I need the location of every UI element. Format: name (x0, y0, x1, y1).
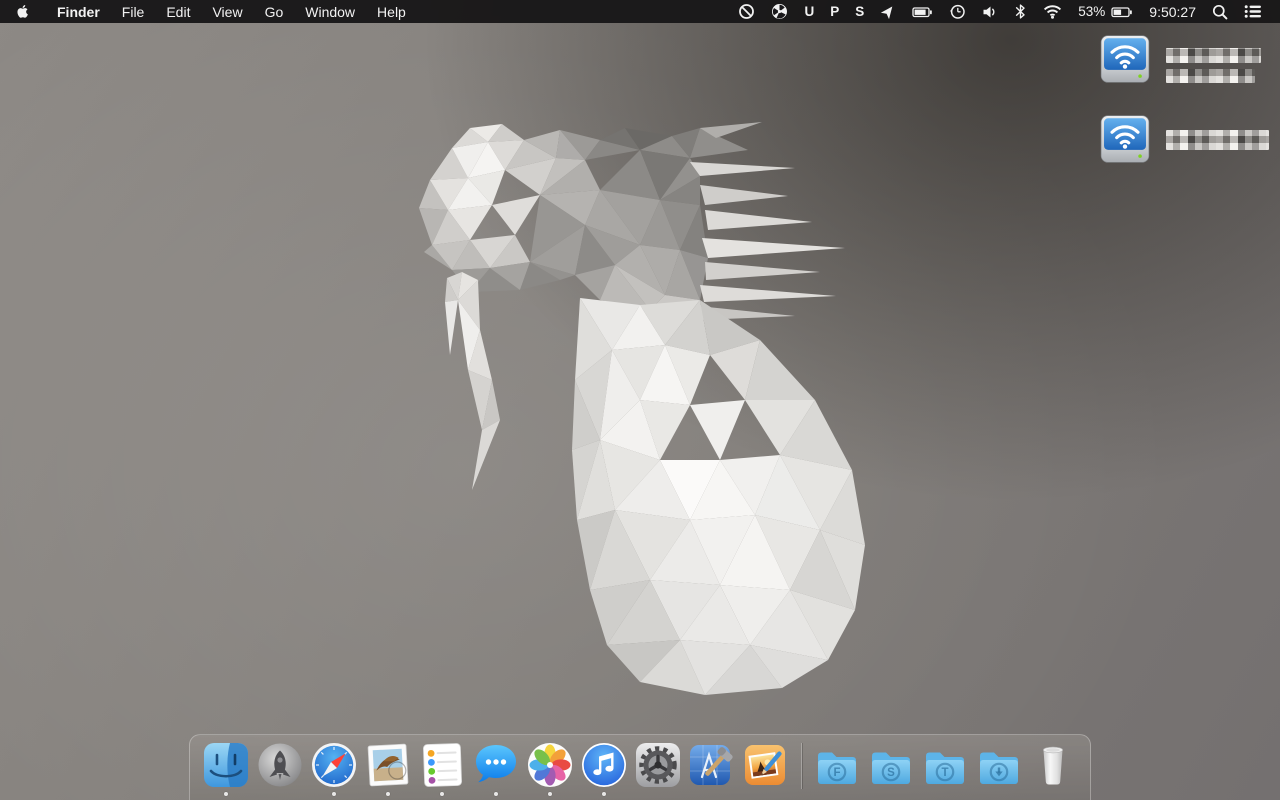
folder-icon: T (926, 752, 964, 784)
menu-extra-device-battery[interactable] (904, 0, 941, 23)
running-indicator (440, 792, 444, 796)
photo-editor-icon (745, 745, 785, 785)
dock-item-reminders[interactable] (418, 741, 466, 796)
apple-menu[interactable] (0, 0, 46, 23)
drive-label-redacted (1166, 69, 1255, 83)
dock-item-mail[interactable] (364, 741, 412, 796)
menu-extra-fan[interactable] (763, 0, 796, 23)
menu-file[interactable]: File (111, 0, 156, 23)
notification-center-menu[interactable] (1236, 0, 1270, 23)
menu-edit[interactable]: Edit (155, 0, 201, 23)
notification-center-icon (1244, 5, 1261, 18)
safari-icon (312, 743, 356, 787)
dock-folder-downloads[interactable] (975, 741, 1023, 796)
running-indicator (332, 792, 336, 796)
battery-icon (1111, 6, 1133, 17)
spotlight-search-icon (1212, 4, 1228, 19)
running-indicator (602, 792, 606, 796)
menu-extra-bluetooth[interactable] (1006, 0, 1035, 23)
apple-icon (17, 5, 28, 18)
bluetooth-icon (1016, 4, 1025, 19)
menu-bar: Finder File Edit View Go Window Help U P… (0, 0, 1280, 23)
menu-app-name[interactable]: Finder (46, 0, 111, 23)
spotlight-menu[interactable] (1204, 0, 1236, 23)
menu-extra-location[interactable] (872, 0, 904, 23)
launchpad-icon (258, 743, 302, 787)
xcode-icon (690, 745, 733, 785)
desktop-drive-1[interactable] (1098, 32, 1261, 86)
dock-folder-t[interactable]: T (921, 741, 969, 796)
menu-extra-wifi[interactable] (1035, 0, 1070, 23)
wallpaper-rabbit-art (419, 122, 865, 695)
drive-label-redacted (1166, 48, 1261, 63)
device-battery-icon (912, 6, 933, 17)
dock-item-photo-editor[interactable] (742, 741, 790, 796)
running-indicator (494, 792, 498, 796)
dock-item-photos[interactable] (526, 741, 574, 796)
wifi-icon (1044, 5, 1062, 19)
dock-folder-f[interactable]: F (813, 741, 861, 796)
menu-window[interactable]: Window (294, 0, 366, 23)
reminders-icon (423, 743, 462, 787)
photos-icon (528, 743, 572, 787)
menu-extra-volume[interactable] (974, 0, 1006, 23)
running-indicator (224, 792, 228, 796)
fan-icon (772, 4, 788, 19)
drive-label-redacted (1166, 130, 1269, 150)
folder-icon: S (872, 752, 910, 784)
folder-glyph: S (887, 767, 895, 779)
trash-icon (1043, 746, 1063, 785)
mail-icon (367, 743, 409, 787)
menu-extra-u[interactable]: U (796, 0, 822, 23)
time-machine-icon (950, 4, 965, 19)
dock: F S T (189, 734, 1091, 800)
menu-help[interactable]: Help (366, 0, 417, 23)
itunes-icon (582, 743, 626, 787)
volume-icon (983, 6, 995, 17)
dock-item-safari[interactable] (310, 741, 358, 796)
prohibitory-icon (739, 4, 755, 19)
system-preferences-icon (636, 743, 680, 787)
menu-extra-prohibitory[interactable] (730, 0, 763, 23)
dock-folder-s[interactable]: S (867, 741, 915, 796)
dock-item-trash[interactable] (1029, 741, 1077, 796)
dock-item-itunes[interactable] (580, 741, 628, 796)
dock-item-launchpad[interactable] (256, 741, 304, 796)
messages-icon (476, 745, 516, 783)
battery-percent-label: 53% (1078, 4, 1106, 19)
running-indicator (548, 792, 552, 796)
dock-item-finder[interactable] (202, 741, 250, 796)
folder-glyph: F (833, 767, 840, 779)
location-arrow-icon (881, 5, 893, 19)
wireless-network-drive-icon (1100, 115, 1150, 163)
dock-item-xcode[interactable] (688, 741, 736, 796)
menu-go[interactable]: Go (254, 0, 295, 23)
desktop-drive-2[interactable] (1098, 112, 1269, 166)
folder-icon: F (818, 752, 856, 784)
folder-glyph: T (941, 767, 948, 779)
dock-item-system-preferences[interactable] (634, 741, 682, 796)
finder-icon (204, 743, 248, 787)
battery-status[interactable]: 53% (1070, 0, 1141, 23)
dock-item-messages[interactable] (472, 741, 520, 796)
wireless-network-drive-icon (1100, 35, 1150, 83)
menu-extra-s[interactable]: S (847, 0, 872, 23)
dock-separator (801, 743, 802, 789)
menu-clock[interactable]: 9:50:27 (1141, 0, 1204, 23)
menu-extra-p[interactable]: P (822, 0, 847, 23)
running-indicator (386, 792, 390, 796)
menu-view[interactable]: View (201, 0, 253, 23)
downloads-folder-icon (980, 752, 1018, 784)
menu-extra-time-machine[interactable] (941, 0, 974, 23)
